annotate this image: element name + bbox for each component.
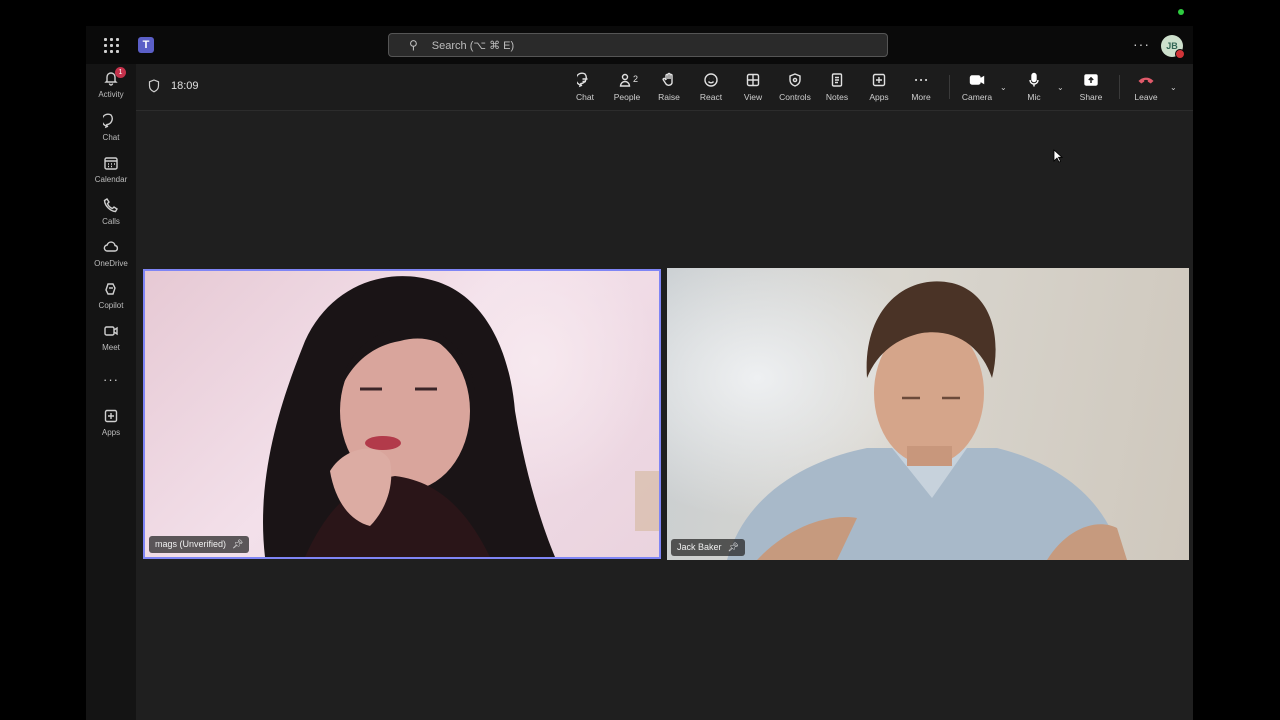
sidebar-item-label: Apps (101, 428, 121, 437)
apps-button[interactable]: Apps (856, 72, 902, 102)
view-label: View (743, 92, 763, 102)
controls-label: Controls (779, 92, 811, 102)
chat-label: Chat (576, 92, 594, 102)
camera-button[interactable]: Camera (954, 72, 1000, 102)
participant-name-tag: Jack Baker 📌︎ (671, 539, 745, 556)
sidebar-item-label: Calendar (94, 175, 128, 184)
sidebar-item-calls[interactable]: Calls (86, 197, 136, 226)
chat-icon (86, 113, 136, 131)
leave-options-chevron-down-icon[interactable]: ⌄ (1170, 83, 1177, 92)
smile-icon (704, 73, 718, 87)
camera-icon (969, 75, 985, 85)
participant-name: mags (Unverified) (155, 539, 227, 549)
apps-label: Apps (869, 92, 889, 102)
activity-badge: 1 (115, 67, 126, 78)
sidebar-item-label: Copilot (98, 301, 124, 310)
cloud-icon (86, 239, 136, 257)
sidebar-item-meet[interactable]: Meet (86, 323, 136, 352)
leave-label: Leave (1134, 92, 1158, 102)
view-button[interactable]: View (730, 72, 776, 102)
meeting-timer: 18:09 (171, 80, 199, 92)
toolbar-divider (949, 75, 950, 99)
teams-logo-icon: T (138, 37, 154, 53)
controls-button[interactable]: Controls (772, 72, 818, 102)
camera-options-chevron-down-icon[interactable]: ⌄ (1000, 83, 1007, 92)
mic-label: Mic (1027, 92, 1041, 102)
chat-button[interactable]: Chat (562, 72, 608, 102)
participant-count: 2 (633, 74, 639, 84)
online-status-dot (1178, 9, 1184, 15)
chat-icon (577, 72, 588, 88)
more-apps-icon[interactable]: ··· (86, 372, 136, 387)
controls-icon (789, 73, 801, 87)
video-tile-mags[interactable]: mags (Unverified) 📌︎ (143, 269, 661, 559)
more-label: More (911, 92, 931, 102)
share-label: Share (1079, 92, 1103, 102)
participant-video (727, 281, 1127, 560)
settings-more-icon[interactable]: ··· (1133, 36, 1150, 52)
react-label: React (699, 92, 723, 102)
people-button[interactable]: People (604, 72, 650, 102)
video-icon (86, 323, 136, 341)
bell-icon (86, 70, 136, 88)
sidebar-item-label: Activity (98, 90, 124, 99)
busy-status-icon (1175, 49, 1185, 59)
participant-video (263, 276, 659, 557)
add-app-icon (86, 408, 136, 426)
mic-icon (1029, 72, 1039, 87)
more-icon (915, 79, 928, 81)
participant-name-tag: mags (Unverified) 📌︎ (149, 536, 250, 553)
copilot-icon (86, 281, 136, 299)
mouse-cursor-icon (1053, 149, 1063, 163)
grid-view-icon (746, 73, 760, 87)
raise-hand-button[interactable]: Raise (646, 72, 692, 102)
share-button[interactable]: Share (1068, 72, 1114, 102)
toolbar-divider (1119, 75, 1120, 99)
notes-icon (831, 73, 843, 87)
camera-label: Camera (961, 92, 993, 102)
shield-icon (148, 79, 160, 93)
mic-options-chevron-down-icon[interactable]: ⌄ (1057, 83, 1064, 92)
sidebar-item-apps[interactable]: Apps (86, 408, 136, 437)
avatar[interactable]: JB (1161, 35, 1185, 59)
people-label: People (613, 92, 641, 102)
sidebar-item-copilot[interactable]: Copilot (86, 281, 136, 310)
app-launcher-icon[interactable] (104, 38, 120, 54)
add-app-icon (872, 73, 886, 87)
search-icon: ⚲ (409, 38, 418, 52)
search-placeholder: Search (⌥ ⌘ E) (431, 39, 515, 52)
react-button[interactable]: React (688, 72, 734, 102)
search-input[interactable]: ⚲ Search (⌥ ⌘ E) (388, 33, 888, 57)
hand-icon (662, 72, 673, 86)
share-icon (1084, 74, 1098, 86)
raise-label: Raise (658, 92, 680, 102)
pin-icon[interactable]: 📌︎ (232, 539, 243, 549)
sidebar-item-label: Chat (102, 133, 120, 142)
hangup-icon (1138, 77, 1154, 84)
sidebar-item-label: OneDrive (94, 259, 128, 268)
sidebar-item-calendar[interactable]: Calendar (86, 155, 136, 184)
participant-name: Jack Baker (677, 542, 722, 552)
sidebar-item-label: Calls (102, 217, 120, 226)
more-button[interactable]: More (898, 72, 944, 102)
mic-button[interactable]: Mic (1011, 72, 1057, 102)
pin-icon[interactable]: 📌︎ (728, 542, 739, 552)
calendar-icon (86, 155, 136, 173)
phone-icon (86, 197, 136, 215)
video-tile-jack-baker[interactable]: Jack Baker 📌︎ (667, 268, 1189, 560)
sidebar-item-chat[interactable]: Chat (86, 113, 136, 142)
notes-button[interactable]: Notes (814, 72, 860, 102)
notes-label: Notes (825, 92, 849, 102)
sidebar-item-label: Meet (102, 343, 120, 352)
sidebar-item-activity[interactable]: 1 Activity (86, 67, 136, 99)
leave-button[interactable]: Leave (1123, 72, 1169, 102)
sidebar-item-onedrive[interactable]: OneDrive (86, 239, 136, 268)
